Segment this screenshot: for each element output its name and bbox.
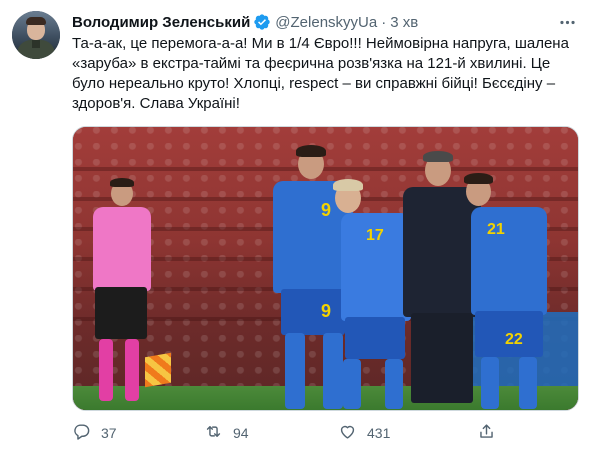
tweet-actions: 37 94 431 xyxy=(72,422,552,444)
share-button[interactable] xyxy=(477,422,496,444)
like-button[interactable]: 431 xyxy=(338,422,390,444)
tweet-text: Та-а-ак, це перемога-а-а! Ми в 1/4 Євро!… xyxy=(72,35,569,112)
like-count: 431 xyxy=(367,425,391,441)
reply-icon xyxy=(72,422,91,444)
tweet-header: Володимир Зеленський @ZelenskyyUa · 3 хв xyxy=(72,12,418,32)
separator-dot: · xyxy=(381,13,387,31)
shorts-number: 22 xyxy=(505,331,523,348)
retweet-count: 94 xyxy=(233,425,249,441)
retweet-icon xyxy=(204,422,223,444)
author-handle[interactable]: @ZelenskyyUa xyxy=(275,14,377,31)
jersey-number: 9 xyxy=(321,200,332,220)
assistant-referee-flag xyxy=(145,352,171,388)
jersey-number: 17 xyxy=(366,227,384,244)
like-icon xyxy=(338,422,357,444)
tweet-photo[interactable]: 9 9 17 21 22 xyxy=(72,126,579,411)
verified-badge-icon xyxy=(253,13,271,31)
avatar[interactable] xyxy=(12,11,60,59)
timestamp[interactable]: 3 хв xyxy=(390,14,418,31)
jersey-number: 21 xyxy=(487,221,505,238)
tweet-card: Володимир Зеленський @ZelenskyyUa · 3 хв… xyxy=(0,0,591,455)
share-icon xyxy=(477,422,496,444)
author-name[interactable]: Володимир Зеленський xyxy=(72,14,250,31)
shorts-number: 9 xyxy=(321,301,332,321)
retweet-button[interactable]: 94 xyxy=(204,422,249,444)
reply-count: 37 xyxy=(101,425,117,441)
more-icon[interactable] xyxy=(557,12,577,32)
reply-button[interactable]: 37 xyxy=(72,422,117,444)
